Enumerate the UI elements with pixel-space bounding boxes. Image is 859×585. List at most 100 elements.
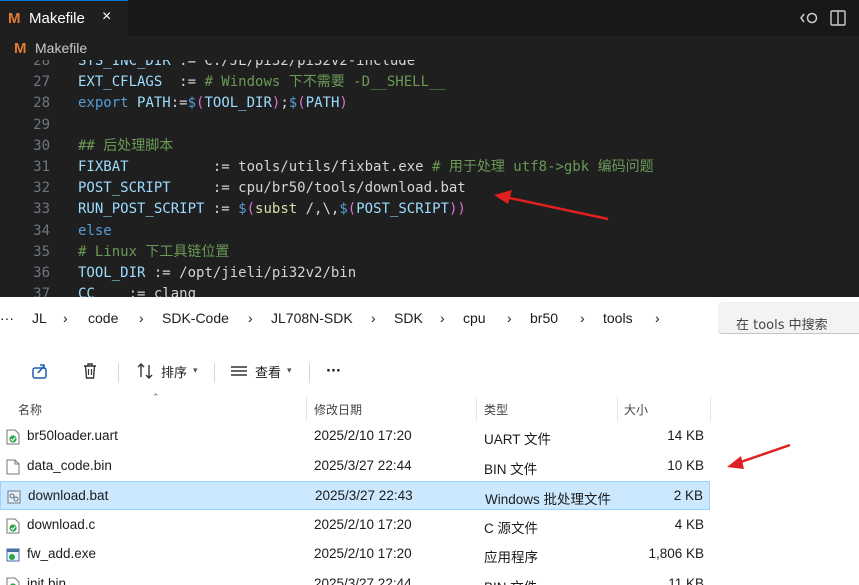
code-text[interactable]: RUN_POST_SCRIPT := $(subst /,\,$(POST_SC… xyxy=(78,199,466,220)
sort-button[interactable]: 排序 ▾ xyxy=(135,357,198,385)
file-row[interactable]: download.c 2025/2/10 17:20 C 源文件 4 KB xyxy=(0,511,710,540)
code-line[interactable]: 30 ## 后处理脚本 xyxy=(0,136,859,157)
code-line[interactable]: 28 export PATH:=$(TOOL_DIR);$(PATH) xyxy=(0,93,859,114)
code-token: ; xyxy=(280,95,289,112)
code-text[interactable]: export PATH:=$(TOOL_DIR);$(PATH) xyxy=(78,93,348,114)
code-line[interactable]: 29 xyxy=(0,115,859,136)
file-explorer: ··· JL › code › SDK-Code › JL708N-SDK › … xyxy=(0,297,859,585)
code-line[interactable]: 27 EXT_CFLAGS := # Windows 下不需要 -D__SHELL… xyxy=(0,72,859,93)
command-divider xyxy=(214,363,215,383)
code-text[interactable]: POST_SCRIPT := cpu/br50/tools/download.b… xyxy=(78,178,466,199)
breadcrumb-separator[interactable]: › xyxy=(139,310,144,326)
code-text[interactable]: ## 后处理脚本 xyxy=(78,136,173,157)
column-divider[interactable] xyxy=(306,397,307,421)
code-token: := xyxy=(162,74,205,91)
line-number: 28 xyxy=(33,95,50,112)
file-date: 2025/3/27 22:44 xyxy=(314,575,412,585)
file-row[interactable]: br50loader.uart 2025/2/10 17:20 UART 文件 14 … xyxy=(0,422,710,451)
column-header-size[interactable]: 大小 xyxy=(624,401,648,418)
sort-icon xyxy=(137,363,153,379)
code-text[interactable]: CC := clang xyxy=(78,284,196,297)
breadcrumb-item-code[interactable]: code xyxy=(88,310,118,326)
breadcrumb-separator[interactable]: › xyxy=(580,310,585,326)
code-token: ( xyxy=(347,201,357,218)
line-number: 34 xyxy=(33,222,50,239)
code-token: RUN_POST_SCRIPT xyxy=(78,201,205,218)
code-text[interactable]: EXT_CFLAGS := # Windows 下不需要 -D__SHELL__ xyxy=(78,72,446,93)
split-editor-icon[interactable] xyxy=(829,8,847,28)
code-token: # 用于处理 utf8->gbk 编码问题 xyxy=(432,159,654,175)
code-token: ( xyxy=(297,95,306,112)
breadcrumb-separator[interactable]: › xyxy=(655,310,660,326)
breadcrumb-separator[interactable]: › xyxy=(248,310,253,326)
breadcrumb-item-cpu[interactable]: cpu xyxy=(463,310,486,326)
breadcrumb-separator[interactable]: › xyxy=(507,310,512,326)
code-line[interactable]: 32 POST_SCRIPT := cpu/br50/tools/download… xyxy=(0,178,859,199)
code-text[interactable]: TOOL_DIR := /opt/jieli/pi32v2/bin xyxy=(78,263,356,284)
line-number: 36 xyxy=(33,265,50,281)
breadcrumb-item-sdk[interactable]: SDK xyxy=(394,310,423,326)
tab-makefile[interactable]: M Makefile × xyxy=(0,0,128,36)
code-token: export xyxy=(78,95,129,112)
code-text[interactable]: FIXBAT := tools/utils/fixbat.exe # 用于处理 … xyxy=(78,157,654,178)
editor-tab-bar: M Makefile × xyxy=(0,0,859,36)
file-row[interactable]: init.bin 2025/3/27 22:44 BIN 文件 11 KB xyxy=(0,570,710,585)
code-token: PATH xyxy=(305,95,340,112)
column-header-type[interactable]: 类型 xyxy=(484,401,508,418)
code-line[interactable]: 35 # Linux 下工具链位置 xyxy=(0,242,859,263)
breadcrumb-item-jl708n-sdk[interactable]: JL708N-SDK xyxy=(271,310,353,326)
view-button[interactable]: 查看 ▾ xyxy=(229,357,292,385)
column-divider[interactable] xyxy=(476,397,477,421)
breadcrumb-item-jl[interactable]: JL xyxy=(32,310,47,326)
share-icon xyxy=(32,364,47,379)
file-type: Windows 批处理文件 xyxy=(485,492,612,507)
code-token: POST_SCRIPT xyxy=(356,201,449,218)
more-options-button[interactable]: ··· xyxy=(326,357,341,385)
code-line[interactable]: 37 CC := clang xyxy=(0,284,859,297)
blank-file-icon xyxy=(6,459,20,475)
file-row[interactable]: fw_add.exe 2025/2/10 17:20 应用程序 1,806 KB xyxy=(0,540,710,569)
command-bar: 排序 ▾ 查看 ▾ ··· xyxy=(0,349,859,393)
code-line[interactable]: 33 RUN_POST_SCRIPT := $(subst /,\,$(POST_… xyxy=(0,199,859,220)
code-token: /,\, xyxy=(297,201,340,218)
file-type: BIN 文件 xyxy=(484,576,537,585)
open-changes-icon[interactable] xyxy=(799,8,819,28)
breadcrumb-item-br50[interactable]: br50 xyxy=(530,310,558,326)
column-divider[interactable] xyxy=(710,397,711,421)
column-divider[interactable] xyxy=(617,397,618,421)
breadcrumb-file[interactable]: Makefile xyxy=(35,40,87,56)
file-name: download.c xyxy=(27,516,96,532)
file-size: 11 KB xyxy=(668,575,704,585)
file-size: 2 KB xyxy=(673,488,703,503)
breadcrumb-separator[interactable]: › xyxy=(63,310,68,326)
breadcrumb-separator[interactable]: › xyxy=(440,310,445,326)
code-line[interactable]: 36 TOOL_DIR := /opt/jieli/pi32v2/bin xyxy=(0,263,859,284)
search-input[interactable]: 在 tools 中搜索 xyxy=(718,302,859,334)
code-token: ) xyxy=(339,95,348,112)
file-size: 14 KB xyxy=(667,428,704,443)
delete-button[interactable] xyxy=(80,357,100,385)
share-button[interactable] xyxy=(30,357,50,385)
code-line[interactable]: 34 else xyxy=(0,221,859,242)
column-header-date[interactable]: 修改日期 xyxy=(314,401,362,418)
file-name: download.bat xyxy=(28,488,109,503)
file-row-selected[interactable]: download.bat 2025/3/27 22:43 Windows 批处理文件… xyxy=(0,481,710,510)
code-editor[interactable]: 28 SYS_INC_DIR := C:/JL/pi32/pi32v2-inclu… xyxy=(0,0,859,297)
code-line[interactable]: 31 FIXBAT := tools/utils/fixbat.exe # 用于处… xyxy=(0,157,859,178)
green-file-icon xyxy=(6,518,20,534)
makefile-icon: M xyxy=(8,10,21,27)
breadcrumb-more[interactable]: ··· xyxy=(0,310,14,326)
code-text[interactable]: # Linux 下工具链位置 xyxy=(78,242,229,263)
file-row[interactable]: data_code.bin 2025/3/27 22:44 BIN 文件 10 KB xyxy=(0,452,710,481)
code-token: else xyxy=(78,222,112,239)
code-token: )) xyxy=(448,201,466,218)
breadcrumb-item-tools[interactable]: tools xyxy=(603,310,633,326)
code-text[interactable]: else xyxy=(78,221,112,242)
breadcrumb-separator[interactable]: › xyxy=(371,310,376,326)
address-bar[interactable]: ··· JL › code › SDK-Code › JL708N-SDK › … xyxy=(0,297,859,339)
close-icon[interactable]: × xyxy=(102,8,111,26)
column-header-name[interactable]: 名称 xyxy=(18,401,42,418)
breadcrumb-item-sdk-code[interactable]: SDK-Code xyxy=(162,310,229,326)
file-name: data_code.bin xyxy=(27,457,112,473)
